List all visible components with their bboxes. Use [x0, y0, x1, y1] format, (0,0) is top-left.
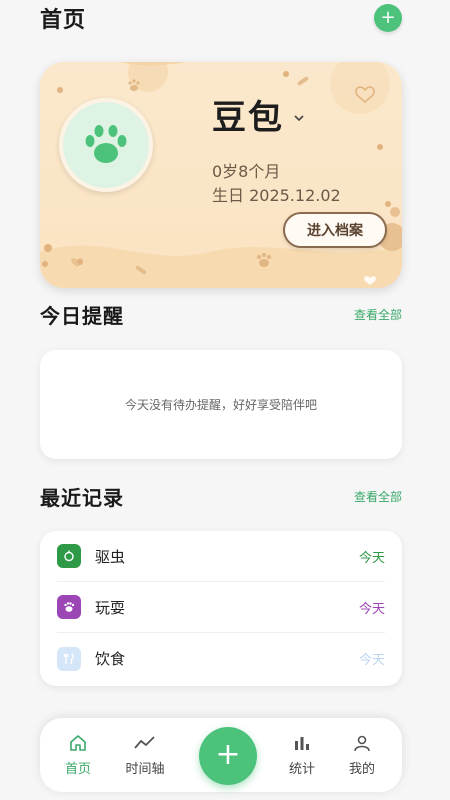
record-time: 今天	[358, 653, 385, 668]
home-icon	[70, 735, 86, 751]
tab-label: 首页	[64, 762, 91, 777]
timeline-icon	[134, 736, 155, 749]
play-icon	[57, 595, 81, 619]
reminders-card: 今天没有待办提醒，好好享受陪伴吧	[40, 350, 402, 459]
record-row-deworm[interactable]: 驱虫 今天	[57, 531, 385, 582]
pet-avatar[interactable]	[59, 98, 153, 192]
tab-label: 时间轴	[125, 762, 165, 777]
reminders-header: 今日提醒 查看全部	[40, 298, 402, 330]
reminders-see-all-link[interactable]: 查看全部	[354, 306, 402, 323]
enter-profile-button[interactable]: 进入档案	[283, 212, 387, 248]
header: 首页 +	[40, 0, 402, 36]
tab-label: 我的	[348, 762, 375, 777]
paw-icon	[85, 125, 127, 163]
record-label: 驱虫	[95, 547, 126, 566]
record-row-food[interactable]: 饮食 今天	[57, 633, 385, 684]
records-title: 最近记录	[40, 485, 124, 510]
user-icon	[354, 735, 370, 752]
records-card: 驱虫 今天 玩耍 今天 饮食 今天	[40, 531, 402, 686]
add-record-fab[interactable]: +	[199, 727, 257, 785]
page-title: 首页	[40, 8, 87, 33]
tab-home[interactable]: 首页	[48, 732, 108, 777]
stats-icon	[295, 737, 309, 750]
deworm-icon	[57, 544, 81, 568]
tab-stats[interactable]: 统计	[272, 732, 332, 777]
record-row-play[interactable]: 玩耍 今天	[57, 582, 385, 633]
bottom-tab-bar: 首页 时间轴 + 统计 我的	[40, 718, 402, 792]
add-button[interactable]: +	[374, 4, 402, 32]
pet-birthday: 生日 2025.12.02	[212, 186, 341, 205]
tab-profile[interactable]: 我的	[332, 732, 392, 777]
pet-name-selector[interactable]: 豆包	[212, 90, 304, 139]
record-label: 玩耍	[95, 598, 126, 617]
records-header: 最近记录 查看全部	[40, 480, 402, 512]
chevron-down-icon	[294, 114, 304, 121]
record-label: 饮食	[95, 650, 126, 668]
reminders-title: 今日提醒	[40, 303, 124, 328]
pet-name: 豆包	[212, 98, 284, 138]
records-see-all-link[interactable]: 查看全部	[354, 488, 402, 505]
record-time: 今天	[358, 601, 385, 617]
pet-age: 0岁8个月	[212, 162, 281, 181]
tab-label: 统计	[288, 762, 315, 777]
tab-timeline[interactable]: 时间轴	[115, 732, 175, 777]
pet-card[interactable]: 豆包 0岁8个月 生日 2025.12.02 进入档案	[40, 62, 402, 288]
food-icon	[57, 646, 81, 671]
record-time: 今天	[358, 550, 385, 566]
reminders-empty-text: 今天没有待办提醒，好好享受陪伴吧	[124, 398, 317, 412]
